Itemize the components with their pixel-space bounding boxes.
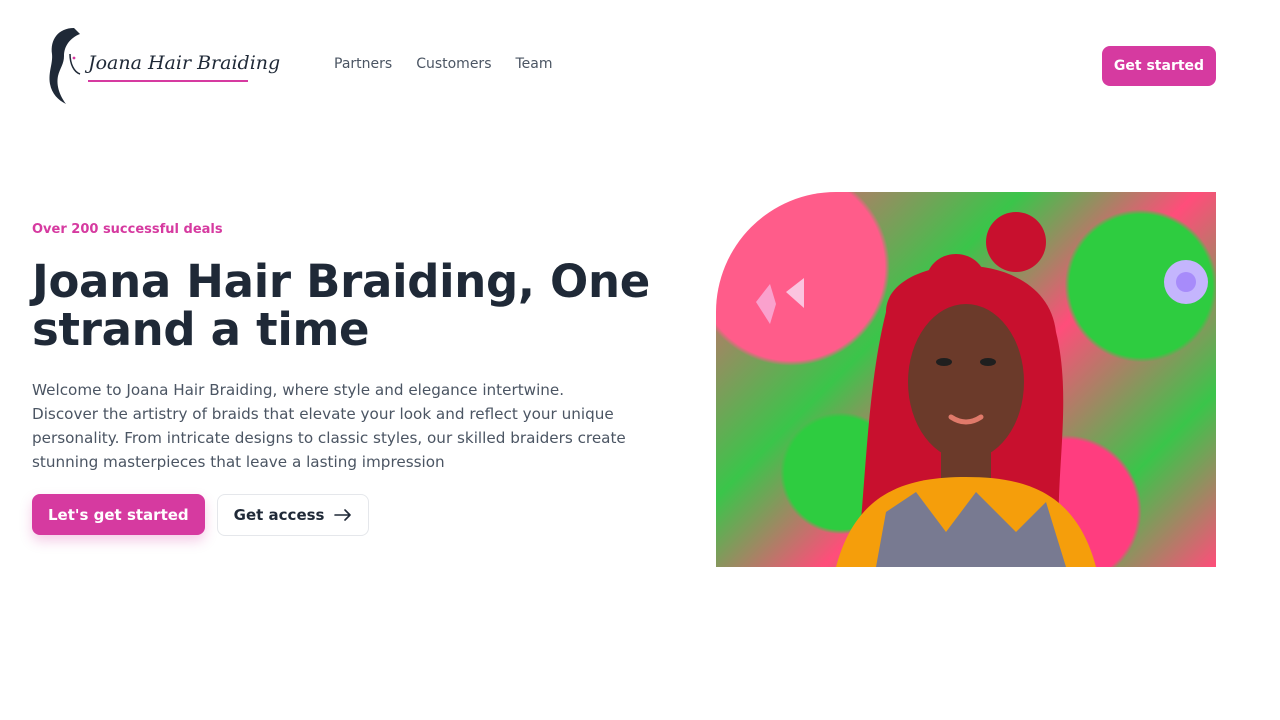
get-access-button[interactable]: Get access [216,494,370,536]
woman-portrait-illustration [756,212,1208,567]
hero-photo [716,192,1216,567]
brand-underline [88,80,248,82]
brand-logo[interactable]: Joana Hair Braiding [44,24,280,108]
nav-item-customers[interactable]: Customers [416,56,491,72]
hero-eyebrow: Over 200 successful deals [32,222,223,237]
hero-cta-row: Let's get started Get access [32,494,370,536]
get-started-button[interactable]: Get started [1102,46,1216,86]
nav-item-team[interactable]: Team [516,56,553,72]
arrow-right-icon [334,509,352,521]
get-access-label: Get access [233,506,325,524]
hero-description: Welcome to Joana Hair Braiding, where st… [32,381,626,471]
site-header: Joana Hair Braiding Partners Customers T… [0,0,1280,132]
hero-title: Joana Hair Braiding, One strand a time [32,255,650,356]
lets-get-started-button[interactable]: Let's get started [32,494,205,535]
woman-silhouette-logo-icon [49,28,81,104]
nav-item-partners[interactable]: Partners [334,56,392,72]
main-nav: Partners Customers Team [334,56,553,72]
brand-name: Joana Hair Braiding [88,52,281,74]
